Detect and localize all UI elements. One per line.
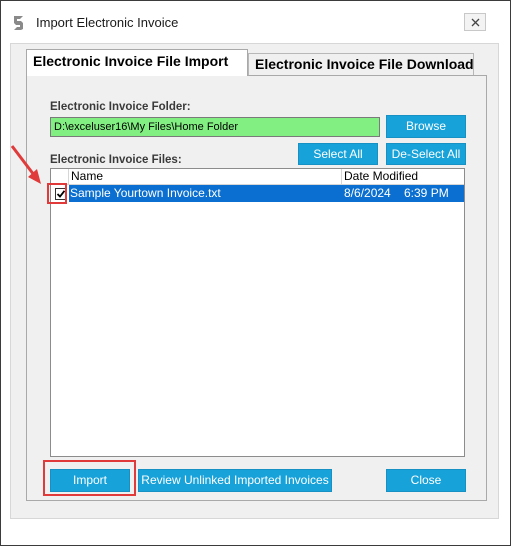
tab-file-import[interactable]: Electronic Invoice File Import: [26, 49, 248, 76]
import-invoice-window: Import Electronic Invoice Electronic Inv…: [0, 0, 511, 546]
annotation-arrow-icon: [10, 145, 41, 184]
